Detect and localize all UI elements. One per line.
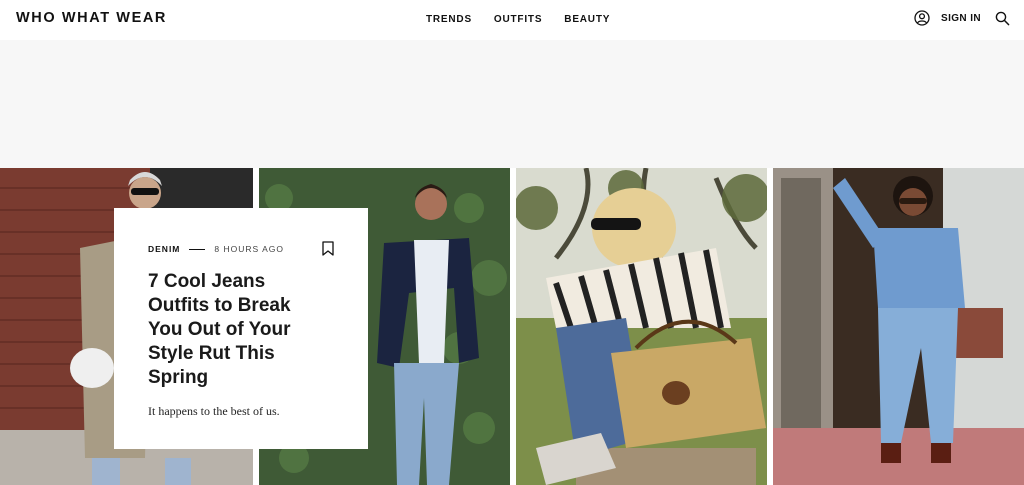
sign-in-link[interactable]: SIGN IN — [941, 13, 981, 24]
site-header: WHO WHAT WEAR TRENDS OUTFITS BEAUTY SIGN… — [0, 0, 1024, 40]
article-timestamp: 8 HOURS AGO — [214, 244, 284, 254]
article-dek: It happens to the best of us. — [148, 404, 280, 418]
nav-trends[interactable]: TRENDS — [426, 14, 472, 25]
site-logo[interactable]: WHO WHAT WEAR — [16, 10, 167, 26]
hero-photo-4[interactable] — [773, 168, 1024, 485]
meta-divider — [189, 248, 206, 250]
user-circle-icon[interactable] — [914, 10, 930, 26]
bookmark-icon[interactable] — [322, 241, 334, 256]
article-category[interactable]: DENIM — [148, 244, 180, 254]
search-icon[interactable] — [995, 11, 1010, 26]
main-nav: TRENDS OUTFITS BEAUTY — [426, 14, 610, 25]
nav-beauty[interactable]: BEAUTY — [564, 14, 610, 25]
featured-article-card[interactable]: DENIM 8 HOURS AGO 7 Cool Jeans Outfits t… — [114, 208, 368, 449]
article-meta: DENIM 8 HOURS AGO — [148, 242, 334, 256]
ad-placeholder — [0, 40, 1024, 168]
article-headline[interactable]: 7 Cool Jeans Outfits to Break You Out of… — [148, 270, 328, 390]
hero-photo-3[interactable] — [516, 168, 767, 485]
nav-outfits[interactable]: OUTFITS — [494, 14, 542, 25]
